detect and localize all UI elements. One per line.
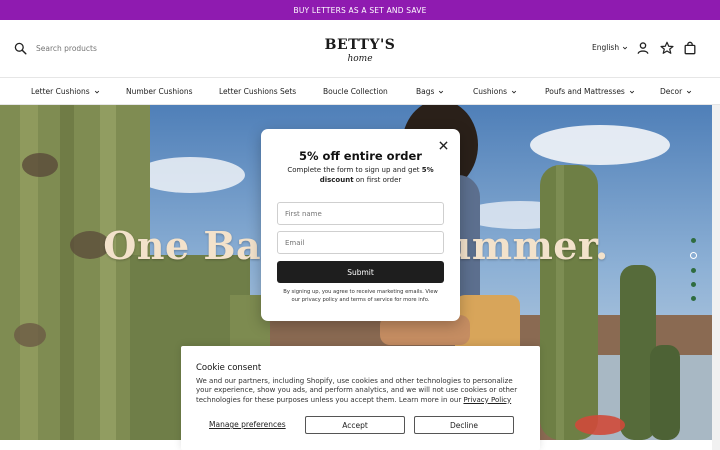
submit-button[interactable]: Submit xyxy=(277,261,444,283)
popup-subtitle-text: Complete the form to sign up and get xyxy=(287,166,422,174)
nav-item-cushions[interactable]: Cushions xyxy=(473,78,517,105)
search-input[interactable] xyxy=(36,38,186,58)
nav-item-poufs-and-mattresses[interactable]: Poufs and Mattresses xyxy=(545,78,635,105)
popup-subtitle-text-end: on first order xyxy=(353,176,402,184)
nav-item-letter-cushions-sets[interactable]: Letter Cushions Sets xyxy=(219,78,296,105)
cart-bag-icon[interactable] xyxy=(683,41,697,55)
nav-item-label: Number Cushions xyxy=(126,87,193,96)
accept-button[interactable]: Accept xyxy=(305,416,405,434)
popup-subtitle: Complete the form to sign up and get 5% … xyxy=(281,165,440,185)
announcement-bar: BUY LETTERS AS A SET AND SAVE xyxy=(0,0,720,20)
announcement-text: BUY LETTERS AS A SET AND SAVE xyxy=(293,5,427,15)
first-name-field[interactable] xyxy=(277,202,444,225)
account-icon[interactable] xyxy=(636,41,650,55)
nav-item-decor[interactable]: Decor xyxy=(660,78,692,105)
nav-item-number-cushions[interactable]: Number Cushions xyxy=(126,78,193,105)
logo-wordmark: BETTY'S xyxy=(325,37,396,53)
chevron-down-icon xyxy=(629,90,634,94)
nav-item-bags[interactable]: Bags xyxy=(416,78,444,105)
nav-item-label: Poufs and Mattresses xyxy=(545,87,625,96)
slide-dot[interactable] xyxy=(690,238,696,243)
slide-dot[interactable] xyxy=(690,268,696,273)
decline-button[interactable]: Decline xyxy=(414,416,514,434)
manage-preferences-link[interactable]: Manage preferences xyxy=(209,420,286,429)
logo-script: home xyxy=(347,54,372,64)
privacy-policy-link[interactable]: Privacy Policy xyxy=(463,396,511,404)
nav-item-label: Decor xyxy=(660,87,683,96)
search-icon[interactable] xyxy=(14,42,27,55)
popup-title: 5% off entire order xyxy=(299,149,422,163)
discount-signup-popup: 5% off entire order Complete the form to… xyxy=(261,129,460,321)
cookie-consent-banner: Cookie consent We and our partners, incl… xyxy=(181,346,540,450)
language-label: English xyxy=(592,43,620,52)
nav-item-boucle-collection[interactable]: Boucle Collection xyxy=(323,78,388,105)
nav-item-label: Letter Cushions xyxy=(31,87,90,96)
chevron-down-icon xyxy=(687,90,692,94)
chevron-down-icon xyxy=(94,90,99,94)
language-selector[interactable]: English xyxy=(592,43,628,52)
slide-dot-active[interactable] xyxy=(689,252,697,259)
cookie-title: Cookie consent xyxy=(196,363,262,373)
site-header: BETTY'S home English xyxy=(0,20,720,78)
email-field[interactable] xyxy=(277,231,444,254)
nav-item-label: Letter Cushions Sets xyxy=(219,87,297,96)
wishlist-star-icon[interactable] xyxy=(660,41,674,55)
chevron-down-icon xyxy=(511,90,517,94)
logo[interactable]: BETTY'S home xyxy=(318,34,402,64)
main-nav: Letter Cushions Number Cushions Letter C… xyxy=(0,78,720,105)
slide-dot[interactable] xyxy=(690,282,696,287)
nav-item-letter-cushions[interactable]: Letter Cushions xyxy=(31,78,100,105)
slide-dot[interactable] xyxy=(690,296,696,301)
popup-legal-text: By signing up, you agree to receive mark… xyxy=(283,289,438,303)
nav-item-label: Cushions xyxy=(473,87,507,96)
slide-indicators xyxy=(689,238,697,310)
chevron-down-icon xyxy=(622,46,628,50)
nav-item-label: Bags xyxy=(416,87,435,96)
cookie-text: We and our partners, including Shopify, … xyxy=(196,377,526,405)
nav-item-label: Boucle Collection xyxy=(323,87,388,96)
chevron-down-icon xyxy=(439,90,444,94)
page-scrollbar[interactable] xyxy=(712,105,720,450)
